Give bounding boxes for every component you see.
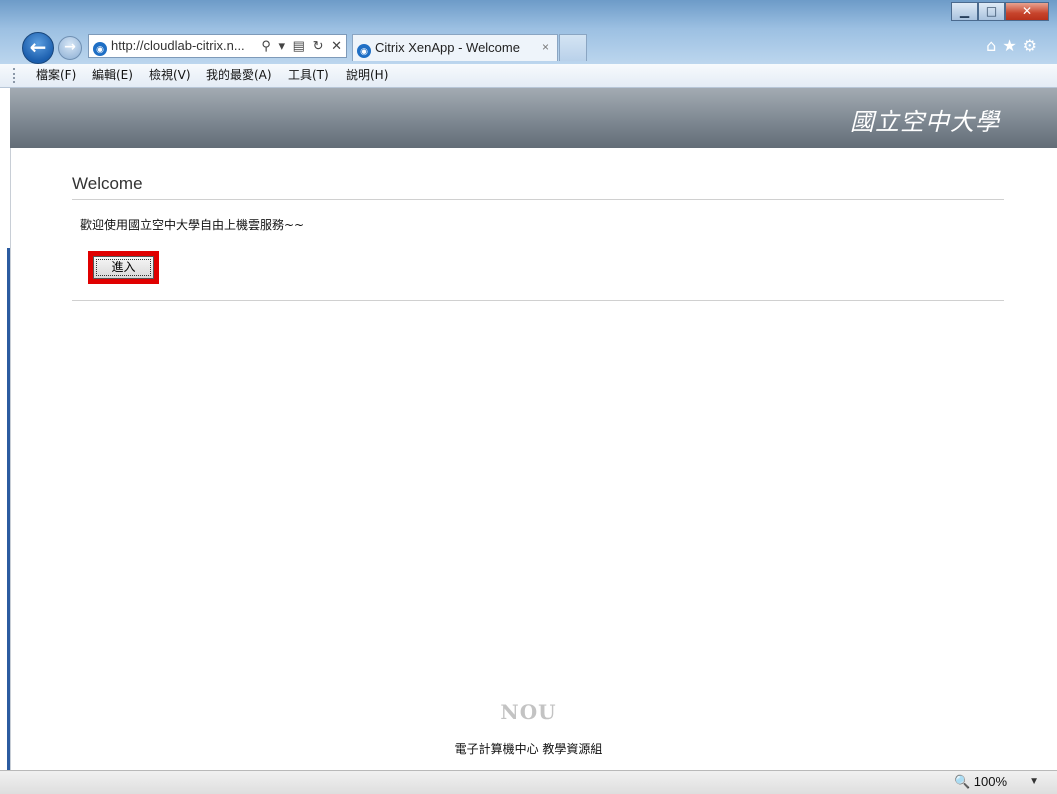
menu-view[interactable]: 檢視(V): [149, 64, 191, 87]
status-bar: 🔍 100% ▼: [0, 770, 1057, 794]
address-tools: ⚲ ▾ ▤ ↻ ✕: [257, 35, 342, 57]
maximize-button[interactable]: □: [978, 2, 1005, 21]
header-banner: 國立空中大學: [10, 88, 1057, 148]
content-divider: [72, 300, 1004, 301]
menu-bar: 檔案(F) 編輯(E) 檢視(V) 我的最愛(A) 工具(T) 說明(H): [0, 64, 1057, 88]
address-url[interactable]: http://cloudlab-citrix.n...: [111, 38, 245, 53]
address-bar[interactable]: ◉ http://cloudlab-citrix.n... ⚲ ▾ ▤ ↻ ✕: [88, 34, 347, 58]
new-tab-button[interactable]: [559, 34, 587, 61]
page-left-edge: [0, 88, 11, 770]
menu-favorites[interactable]: 我的最愛(A): [206, 64, 272, 87]
menu-edit[interactable]: 編輯(E): [92, 64, 133, 87]
search-icon[interactable]: ⚲: [261, 38, 271, 53]
zoom-value: 100%: [973, 774, 1007, 789]
enter-button[interactable]: 進入: [93, 256, 154, 279]
footer-logo: NOU: [500, 700, 557, 724]
favorites-star-icon[interactable]: ★: [1002, 36, 1022, 55]
home-icon[interactable]: ⌂: [986, 36, 1002, 55]
menubar-grip: [13, 68, 17, 83]
tab-citrix-welcome[interactable]: ◉ Citrix XenApp - Welcome ×: [352, 34, 558, 61]
browser-title-bar: ← → ◉ http://cloudlab-citrix.n... ⚲ ▾ ▤ ↻…: [0, 0, 1057, 64]
enter-button-focus-ring: [96, 259, 151, 276]
welcome-message: 歡迎使用國立空中大學自由上機雲服務~~: [80, 218, 305, 232]
tools-gear-icon[interactable]: ⚙: [1023, 36, 1043, 55]
command-icons: ⌂★⚙: [986, 36, 1043, 55]
title-divider: [72, 199, 1004, 200]
back-button[interactable]: ←: [22, 32, 54, 64]
university-logo: 國立空中大學: [850, 108, 1000, 136]
close-window-button[interactable]: ✕: [1005, 2, 1049, 21]
menu-file[interactable]: 檔案(F): [36, 64, 76, 87]
stop-icon[interactable]: ✕: [331, 38, 342, 53]
page-title: Welcome: [72, 174, 143, 193]
zoom-level[interactable]: 🔍 100%: [954, 771, 1007, 793]
window-controls: ▁ □ ✕: [951, 2, 1049, 22]
refresh-icon[interactable]: ↻: [313, 38, 324, 53]
tab-close-icon[interactable]: ×: [542, 35, 549, 60]
zoom-icon: 🔍: [953, 774, 971, 789]
chevron-down-icon[interactable]: ▾: [278, 38, 285, 53]
menu-tools[interactable]: 工具(T): [288, 64, 329, 87]
forward-button[interactable]: →: [58, 36, 82, 60]
minimize-button[interactable]: ▁: [951, 2, 978, 21]
tab-favicon-icon: ◉: [357, 44, 371, 58]
site-favicon-icon: ◉: [93, 42, 107, 56]
enter-button-highlight: 進入: [88, 251, 159, 284]
compatibility-view-icon[interactable]: ▤: [293, 38, 305, 53]
footer-org-name: 電子計算機中心 教學資源組: [454, 742, 603, 756]
tab-title: Citrix XenApp - Welcome: [375, 40, 520, 55]
menu-help[interactable]: 說明(H): [346, 64, 388, 87]
zoom-dropdown-icon[interactable]: ▼: [1029, 771, 1039, 793]
